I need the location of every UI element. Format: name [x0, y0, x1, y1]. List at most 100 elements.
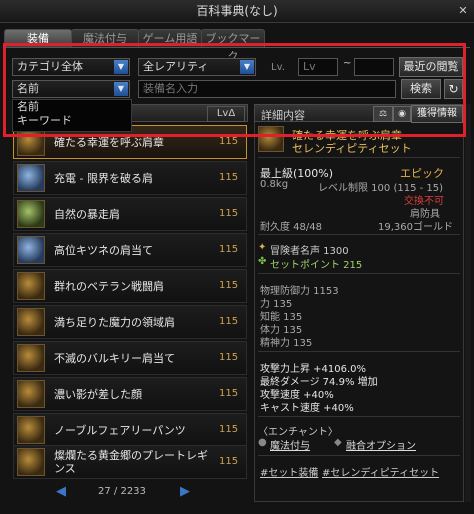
option-line: キャスト速度 +40% — [260, 403, 354, 414]
list-item[interactable]: 濃い影が差した顔 115 — [13, 377, 247, 411]
next-page-icon[interactable]: ▶ — [180, 484, 190, 499]
fame-icon: ✦ — [258, 242, 267, 253]
name-search-input[interactable]: 装備名入力 — [138, 80, 396, 98]
enchant-magic-link[interactable]: 魔法付与 — [270, 437, 310, 452]
fusion-option-link[interactable]: 融合オプション — [346, 437, 416, 452]
stat-line: 精神力 135 — [260, 338, 313, 349]
item-level: 115 — [219, 136, 239, 147]
list-item[interactable]: ノーブルフェアリーパンツ 115 — [13, 413, 247, 447]
chevron-down-icon[interactable]: ▼ — [114, 82, 128, 96]
sort-by-level-button[interactable]: LvΔ — [207, 106, 245, 122]
tab-equipment[interactable]: 装備 — [4, 29, 72, 48]
item-level: 115 — [219, 352, 239, 363]
list-item[interactable]: 燦爛たる黄金郷のプレートレギンス 115 — [13, 445, 247, 479]
option-keyword[interactable]: キーワード — [13, 114, 131, 128]
item-icon — [17, 200, 45, 228]
category-dropdown[interactable]: カテゴリ全体 ▼ — [12, 58, 130, 76]
tab-enchant[interactable]: 魔法付与 — [71, 29, 139, 48]
item-icon — [17, 164, 45, 192]
item-name: 群れのベテラン戦闘肩 — [54, 279, 164, 293]
chevron-down-icon[interactable]: ▼ — [240, 60, 254, 74]
detail-set-point: セットポイント 215 — [270, 260, 363, 271]
category-value: カテゴリ全体 — [17, 60, 83, 73]
option-name[interactable]: 名前 — [13, 100, 131, 114]
list-item[interactable]: 満ち足りた魔力の領域肩 115 — [13, 305, 247, 339]
item-level: 115 — [219, 172, 239, 183]
tab-divider — [4, 47, 470, 48]
item-icon — [17, 236, 45, 264]
lv-max-input[interactable] — [354, 58, 394, 76]
list-item[interactable]: 充電 - 限界を破る肩 115 — [13, 161, 247, 195]
search-type-dropdown[interactable]: 名前 ▼ — [12, 80, 130, 98]
rarity-dropdown[interactable]: 全レアリティ ▼ — [138, 58, 256, 76]
list-item[interactable]: 群れのベテラン戦闘肩 115 — [13, 269, 247, 303]
item-icon — [17, 128, 45, 156]
item-name: 不滅のバルキリー肩当て — [54, 351, 175, 365]
compare-icon[interactable]: ⚖ — [373, 106, 393, 122]
item-level: 115 — [219, 208, 239, 219]
eye-icon[interactable]: ◉ — [393, 106, 411, 122]
item-level: 115 — [219, 456, 239, 467]
item-icon — [17, 416, 45, 444]
item-name: 自然の暴走肩 — [54, 207, 120, 221]
list-item[interactable]: 自然の暴走肩 115 — [13, 197, 247, 231]
item-name: 満ち足りた魔力の領域肩 — [54, 315, 175, 329]
window-title: 百科事典(なし) — [196, 4, 278, 18]
divider — [258, 416, 460, 417]
obtain-info-button[interactable]: 獲得情報 — [411, 105, 463, 123]
item-name: 燦爛たる黄金郷のプレートレギンス — [54, 449, 208, 475]
item-level: 115 — [219, 280, 239, 291]
lv-label: Lv. — [271, 62, 285, 73]
item-name: 濃い影が差した顔 — [54, 387, 142, 401]
diamond-icon: ◆ — [334, 437, 342, 448]
page-indicator: 27 / 2233 — [98, 486, 146, 497]
detail-price: 19,360ゴールド — [378, 222, 453, 233]
item-level: 115 — [219, 388, 239, 399]
close-icon[interactable]: ✕ — [455, 3, 471, 19]
list-item[interactable]: 高位キツネの肩当て 115 — [13, 233, 247, 267]
refresh-icon[interactable]: ↻ — [444, 79, 463, 99]
item-icon — [17, 380, 45, 408]
enchant-header: 〈エンチャント〉 — [258, 427, 338, 438]
item-level: 115 — [219, 424, 239, 435]
item-icon — [17, 272, 45, 300]
rarity-value: 全レアリティ — [143, 60, 209, 73]
recent-viewed-button[interactable]: 最近の閲覧 — [399, 57, 463, 77]
tab-bookmark[interactable]: ブックマーク — [201, 29, 265, 63]
detail-set-name: セレンディピティセット — [292, 142, 412, 155]
detail-item-icon — [258, 126, 284, 152]
item-name: 高位キツネの肩当て — [54, 243, 153, 257]
divider — [258, 273, 460, 274]
lv-min-input[interactable]: Lv — [298, 58, 338, 76]
divider — [258, 234, 460, 235]
detail-durability: 耐久度 48/48 — [260, 222, 322, 233]
search-button[interactable]: 検索 — [401, 79, 441, 99]
item-icon — [17, 448, 45, 476]
tag-link[interactable]: #セット装備 — [260, 464, 318, 479]
detail-fame: 冒険者名声 1300 — [270, 246, 349, 257]
set-point-icon: ✤ — [258, 256, 267, 267]
detail-header: 詳細内容 ⚖ ◉ 獲得情報 — [254, 104, 464, 123]
pagination: ◀ 27 / 2233 ▶ — [12, 482, 248, 502]
search-type-options: 名前 キーワード — [12, 99, 132, 132]
divider — [258, 157, 460, 158]
item-level: 115 — [219, 244, 239, 255]
item-name: 充電 - 限界を破る肩 — [54, 171, 153, 185]
item-name: ノーブルフェアリーパンツ — [54, 423, 186, 437]
scrollbar[interactable] — [465, 104, 471, 502]
search-type-value: 名前 — [17, 82, 39, 95]
lv-range-tilde: ~ — [343, 58, 352, 69]
bullet-icon: ● — [258, 437, 267, 448]
tab-glossary[interactable]: ゲーム用語 — [138, 29, 202, 48]
window-titlebar[interactable]: 百科事典(なし) ✕ — [0, 0, 474, 23]
encyclopedia-window: 百科事典(なし) ✕ 装備 魔法付与 ゲーム用語 ブックマーク カテゴリ全体 ▼… — [0, 0, 474, 514]
list-item[interactable]: 不滅のバルキリー肩当て 115 — [13, 341, 247, 375]
divider — [258, 351, 460, 352]
prev-page-icon[interactable]: ◀ — [56, 484, 66, 499]
detail-weight: 0.8kg — [260, 179, 289, 190]
item-icon — [17, 308, 45, 336]
detail-header-title: 詳細内容 — [261, 109, 305, 122]
tag-link[interactable]: #セレンディピティセット — [322, 464, 439, 479]
chevron-down-icon[interactable]: ▼ — [114, 60, 128, 74]
item-icon — [17, 344, 45, 372]
